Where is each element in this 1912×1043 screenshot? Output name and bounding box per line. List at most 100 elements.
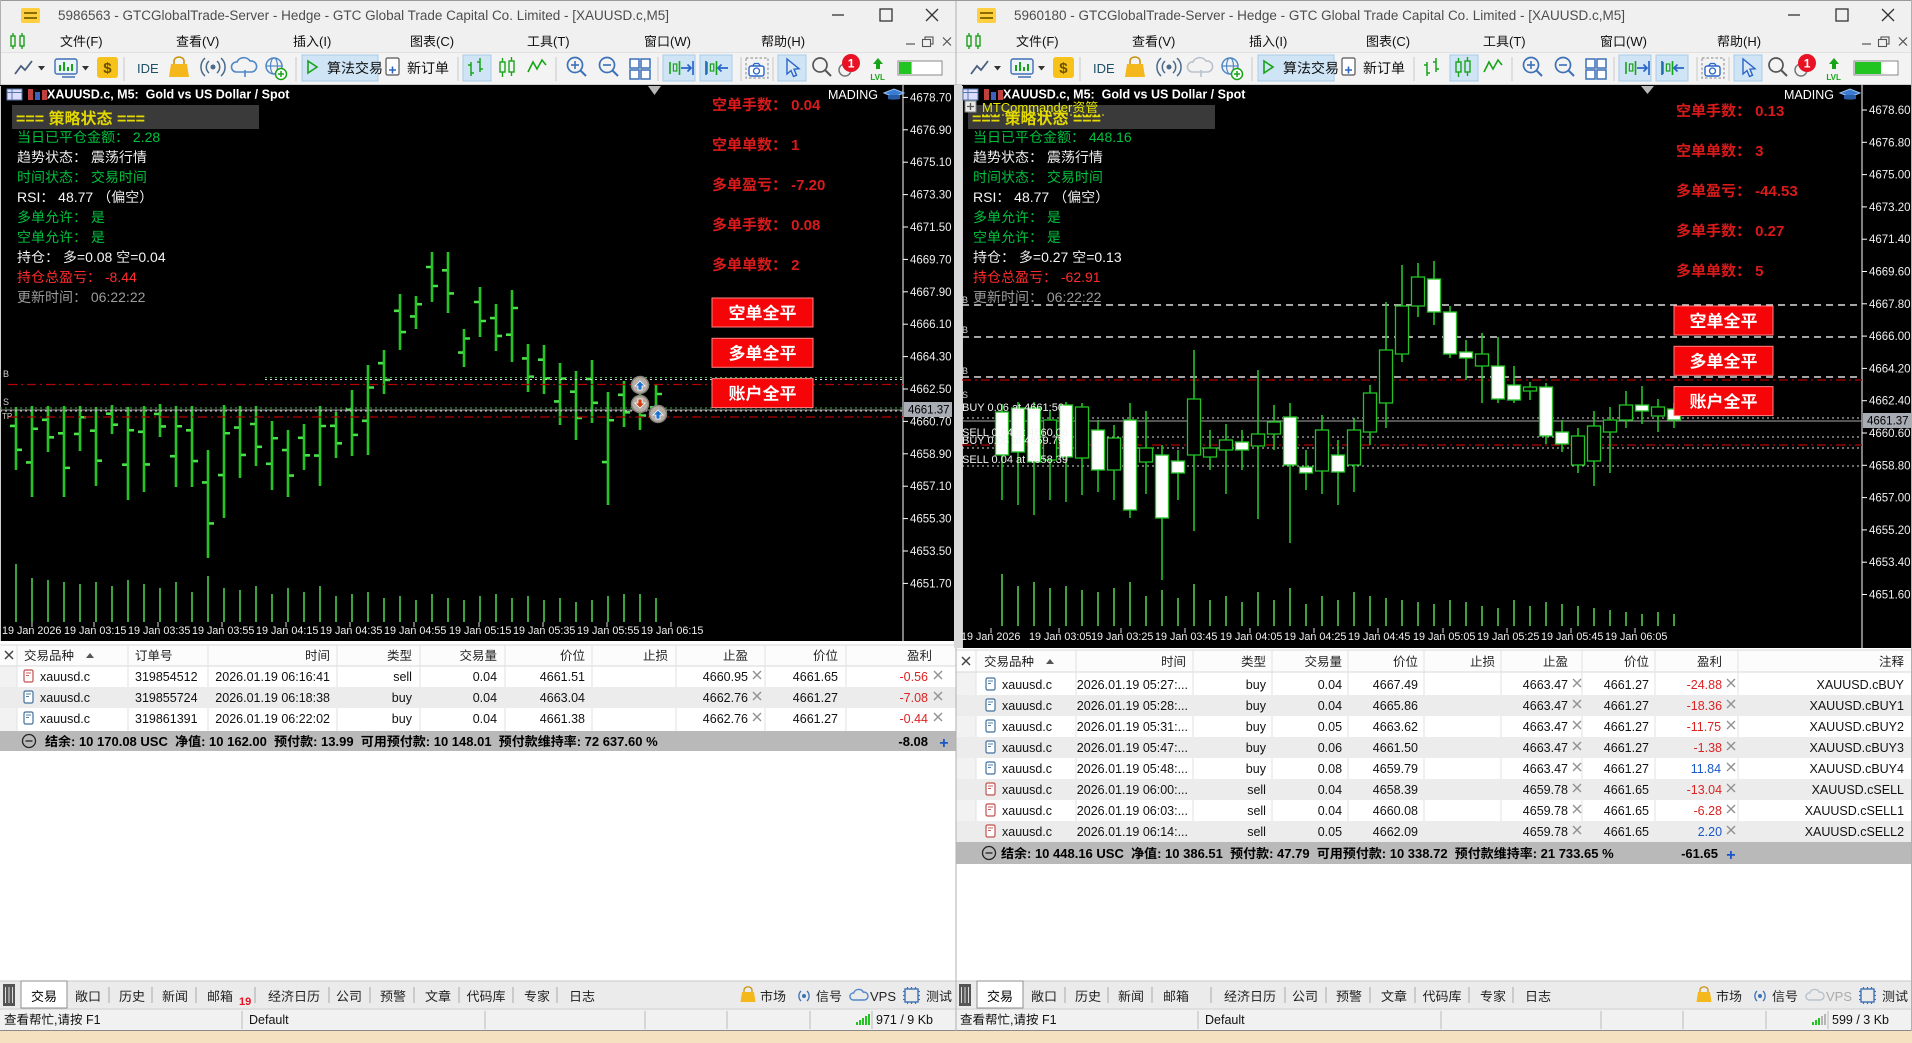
svg-text:-13.04: -13.04 [1687, 783, 1722, 797]
svg-text:4675.10: 4675.10 [910, 157, 952, 169]
svg-text:4651.70: 4651.70 [910, 578, 952, 590]
svg-text:971 / 9 Kb: 971 / 9 Kb [876, 1013, 933, 1027]
svg-text:4663.47: 4663.47 [1523, 741, 1568, 755]
svg-text:4666.10: 4666.10 [910, 319, 952, 331]
svg-text:4663.47: 4663.47 [1523, 699, 1568, 713]
svg-text:BUY 0.08 at 4659.79: BUY 0.08 at 4659.79 [962, 435, 1064, 447]
svg-text:MADING: MADING [828, 88, 878, 102]
svg-text:4673.30: 4673.30 [910, 190, 952, 202]
svg-text:4658.80: 4658.80 [1869, 460, 1911, 472]
svg-text:19 Jan 05:05: 19 Jan 05:05 [1413, 631, 1475, 643]
svg-text:(W): (W) [1626, 34, 1647, 49]
svg-text:19 Jan 04:25: 19 Jan 04:25 [1284, 631, 1346, 643]
svg-text:-8.44: -8.44 [101, 269, 137, 285]
svg-text:xauusd.c: xauusd.c [40, 712, 90, 726]
svg-text:MADING: MADING [1784, 88, 1834, 102]
svg-text:4658.39: 4658.39 [1373, 783, 1418, 797]
svg-text:$: $ [1059, 60, 1068, 77]
svg-text:4661.27: 4661.27 [793, 712, 838, 726]
svg-text:2026.01.19 05:28:...: 2026.01.19 05:28:... [1077, 699, 1188, 713]
svg-text:4661.37: 4661.37 [908, 405, 950, 417]
svg-text:4671.50: 4671.50 [910, 222, 952, 234]
svg-text:+: + [939, 735, 948, 752]
svg-text:48.77: 48.77 [54, 189, 97, 205]
svg-text:4661.51: 4661.51 [540, 670, 585, 684]
svg-text:: 47.79: : 47.79 [1269, 846, 1317, 861]
svg-text:SELL 0.04 at 4658.39: SELL 0.04 at 4658.39 [962, 454, 1068, 466]
svg-text:B: B [962, 295, 968, 305]
svg-text:19 Jan 03:25: 19 Jan 03:25 [1091, 631, 1153, 643]
svg-text:Default: Default [1205, 1013, 1245, 1027]
svg-text:19 Jan 2026: 19 Jan 2026 [2, 625, 61, 637]
svg-text:4660.70: 4660.70 [910, 416, 952, 428]
svg-text:4661.38: 4661.38 [540, 712, 585, 726]
svg-text:4653.40: 4653.40 [1869, 557, 1911, 569]
svg-text:4675.00: 4675.00 [1869, 170, 1911, 182]
svg-text:319861391: 319861391 [135, 712, 198, 726]
svg-text:buy: buy [1246, 720, 1267, 734]
svg-text:4663.04: 4663.04 [540, 691, 585, 705]
svg-text:0.04: 0.04 [1318, 699, 1342, 713]
svg-text:buy: buy [1246, 678, 1267, 692]
svg-text:4659.78: 4659.78 [1523, 783, 1568, 797]
svg-text:0.04: 0.04 [787, 97, 821, 114]
svg-text:VPS: VPS [1826, 989, 1852, 1004]
svg-text:+: + [1726, 847, 1735, 864]
svg-text:(V): (V) [1158, 34, 1175, 49]
svg-text:0.27: 0.27 [1751, 223, 1784, 240]
svg-text:2026.01.19 05:27:...: 2026.01.19 05:27:... [1077, 678, 1188, 692]
svg-text:-24.88: -24.88 [1687, 678, 1722, 692]
svg-text:sell: sell [1247, 783, 1266, 797]
svg-text:4673.20: 4673.20 [1869, 202, 1911, 214]
svg-text:4653.50: 4653.50 [910, 546, 952, 558]
svg-text:4663.62: 4663.62 [1373, 720, 1418, 734]
svg-text:sell: sell [1247, 825, 1266, 839]
svg-text:4676.80: 4676.80 [1869, 137, 1911, 149]
svg-text:4676.90: 4676.90 [910, 125, 952, 137]
svg-text:0.08: 0.08 [1318, 762, 1342, 776]
svg-text:06:22:22: 06:22:22 [1043, 289, 1102, 305]
svg-text:: 10 162.00: : 10 162.00 [201, 734, 274, 749]
svg-text:-8.08: -8.08 [898, 734, 928, 749]
svg-text:19 Jan 05:35: 19 Jan 05:35 [513, 625, 575, 637]
svg-text:4658.90: 4658.90 [910, 449, 952, 461]
svg-text:sell: sell [1247, 804, 1266, 818]
svg-text:-0.56: -0.56 [900, 670, 929, 684]
svg-text:0.04: 0.04 [1318, 804, 1342, 818]
svg-text:-0.44: -0.44 [900, 712, 929, 726]
svg-text:4655.20: 4655.20 [1869, 525, 1911, 537]
svg-text:4661.27: 4661.27 [1604, 741, 1649, 755]
svg-text:2026.01.19 06:00:...: 2026.01.19 06:00:... [1077, 783, 1188, 797]
svg-text:buy: buy [1246, 762, 1267, 776]
svg-text:xauusd.c: xauusd.c [1002, 678, 1052, 692]
svg-text:19 Jan 04:15: 19 Jan 04:15 [256, 625, 318, 637]
svg-text:4669.70: 4669.70 [910, 254, 952, 266]
svg-text:F1: F1 [83, 1013, 101, 1027]
svg-text:BUY 0.06 at 4661:50: BUY 0.06 at 4661:50 [962, 402, 1064, 414]
svg-text:B: B [3, 369, 9, 379]
svg-text:-6.28: -6.28 [1694, 804, 1723, 818]
svg-text:: 10 338.72: : 10 338.72 [1382, 846, 1455, 861]
svg-text:4678.70: 4678.70 [910, 92, 952, 104]
svg-text:19 Jan 03:45: 19 Jan 03:45 [1155, 631, 1217, 643]
svg-text:4661.50: 4661.50 [1373, 741, 1418, 755]
svg-text:4661.65: 4661.65 [1604, 783, 1649, 797]
svg-text:F1: F1 [1039, 1013, 1057, 1027]
svg-text:-11.75: -11.75 [1687, 720, 1722, 734]
svg-text:0.04: 0.04 [1318, 783, 1342, 797]
svg-text:(H): (H) [787, 34, 805, 49]
svg-text:19 Jan 04:55: 19 Jan 04:55 [384, 625, 446, 637]
svg-text:xauusd.c: xauusd.c [1002, 825, 1052, 839]
svg-text:0.04: 0.04 [473, 712, 497, 726]
svg-text:XAUUSD.cBUY1: XAUUSD.cBUY1 [1810, 699, 1905, 713]
svg-text:4664.30: 4664.30 [910, 352, 952, 364]
svg-text:4661.37: 4661.37 [1867, 416, 1909, 428]
svg-text:buy: buy [392, 691, 413, 705]
svg-text:4661.65: 4661.65 [793, 670, 838, 684]
svg-text:sell: sell [393, 670, 412, 684]
svg-text:11.84: 11.84 [1691, 762, 1721, 776]
svg-text:4671.40: 4671.40 [1869, 234, 1911, 246]
svg-text:319855724: 319855724 [135, 691, 198, 705]
svg-text:===: === [1069, 111, 1101, 128]
svg-text:,: , [54, 1013, 57, 1027]
